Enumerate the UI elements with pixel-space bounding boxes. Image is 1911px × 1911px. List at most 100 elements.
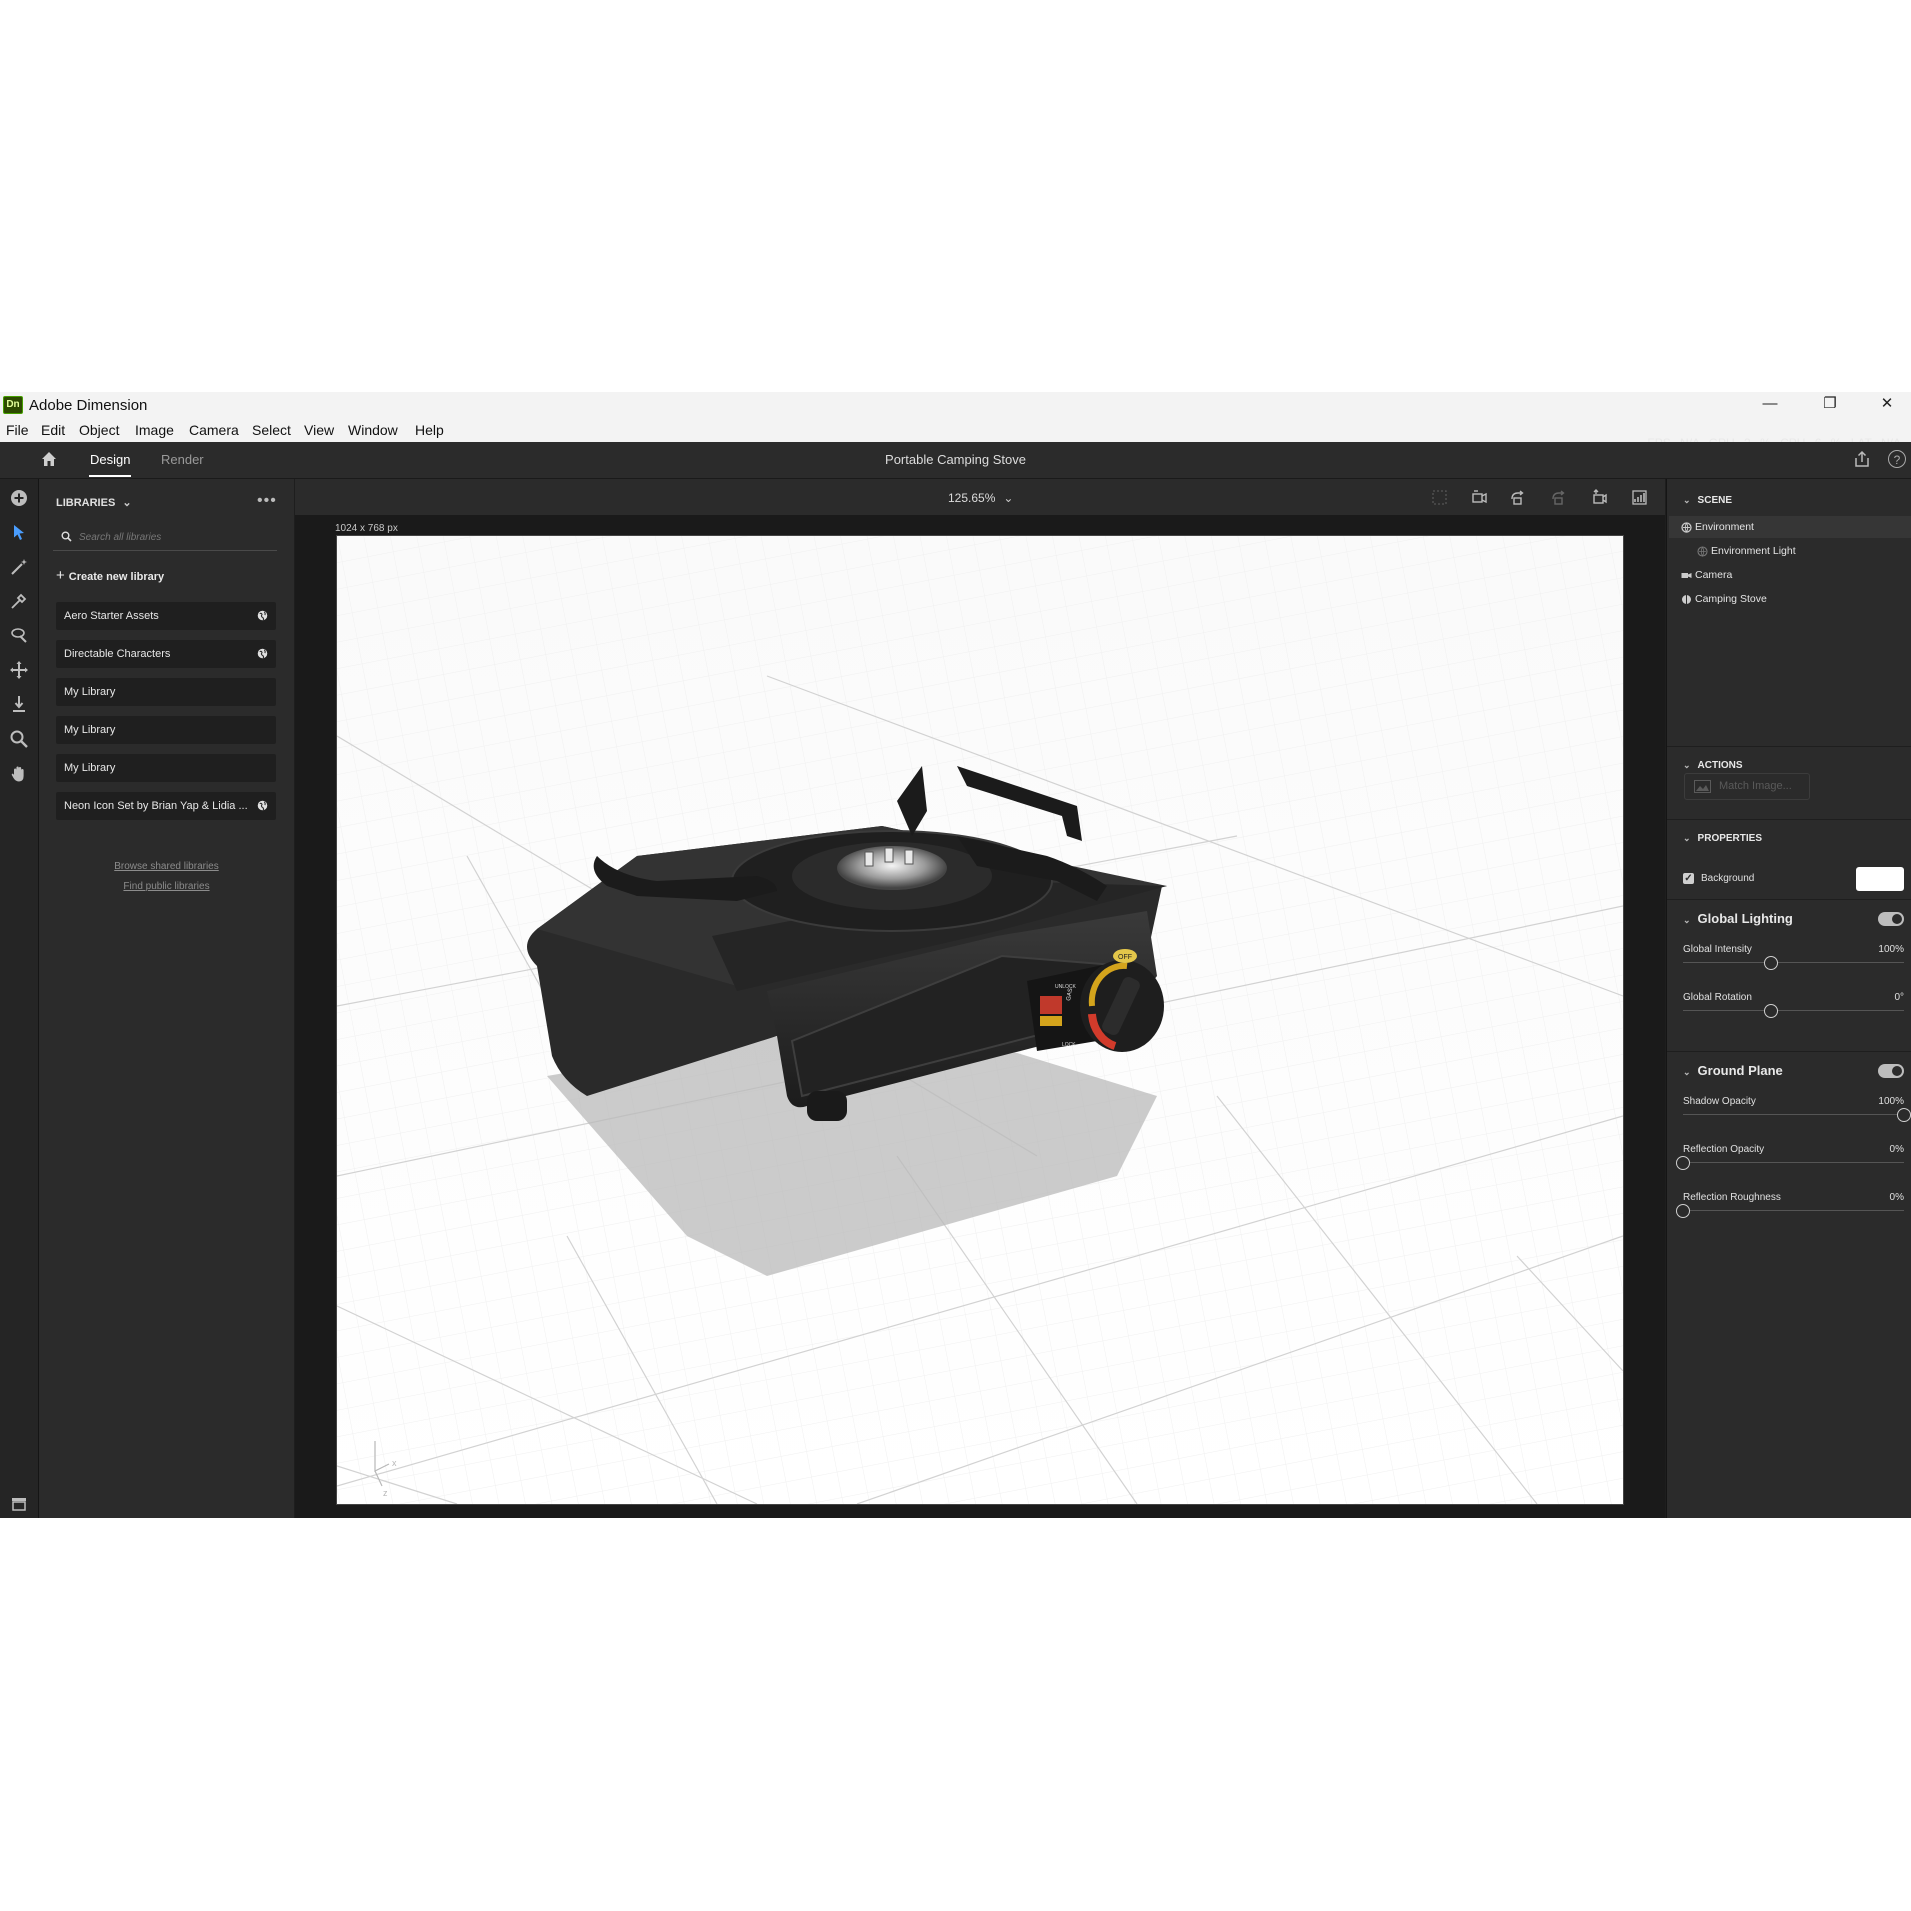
match-image-button[interactable]: Match Image... bbox=[1684, 773, 1810, 800]
menu-help[interactable]: Help bbox=[415, 422, 444, 438]
divider bbox=[1667, 746, 1911, 747]
help-icon[interactable]: ? bbox=[1888, 450, 1906, 468]
magic-wand-icon[interactable] bbox=[9, 557, 29, 577]
slider-knob[interactable] bbox=[1764, 1004, 1779, 1018]
properties-section-header[interactable]: ⌄ PROPERTIES bbox=[1683, 833, 1762, 844]
menu-bar: File Edit Object Image Camera Select Vie… bbox=[0, 416, 1911, 450]
background-checkbox[interactable]: ✓ bbox=[1683, 873, 1694, 884]
reflection-roughness-slider[interactable] bbox=[1676, 1203, 1904, 1219]
divider bbox=[1667, 899, 1911, 900]
minimize-icon[interactable]: — bbox=[1755, 394, 1785, 414]
move-tool-icon[interactable] bbox=[9, 660, 29, 680]
library-item-label: Aero Starter Assets bbox=[64, 610, 159, 622]
scene-item-environment[interactable]: Environment bbox=[1669, 516, 1911, 538]
libraries-title: LIBRARIES bbox=[56, 497, 116, 509]
panel-toggle-icon[interactable] bbox=[9, 1494, 29, 1514]
library-item-label: My Library bbox=[64, 762, 116, 774]
library-item[interactable]: Directable Characters bbox=[56, 640, 276, 668]
restore-icon[interactable]: ❐ bbox=[1815, 394, 1845, 414]
orbit-camera-icon[interactable] bbox=[1509, 489, 1526, 506]
global-intensity-label: Global Intensity bbox=[1683, 944, 1752, 955]
slider-knob[interactable] bbox=[1676, 1156, 1690, 1170]
pan-tool-icon[interactable] bbox=[9, 764, 29, 784]
select-tool-icon[interactable] bbox=[9, 522, 29, 542]
menu-window[interactable]: Window bbox=[348, 422, 398, 438]
ground-plane-header[interactable]: ⌄ Ground Plane bbox=[1683, 1063, 1783, 1078]
shadow-opacity-label: Shadow Opacity bbox=[1683, 1096, 1756, 1107]
scene-item-label: Environment bbox=[1695, 521, 1754, 533]
light-icon bbox=[1697, 546, 1708, 557]
reflection-opacity-slider[interactable] bbox=[1676, 1155, 1904, 1171]
library-item[interactable]: My Library bbox=[56, 678, 276, 706]
libraries-dropdown[interactable]: LIBRARIES ⌄ bbox=[56, 496, 132, 509]
camera-bookmark-icon[interactable] bbox=[1471, 489, 1488, 506]
chevron-down-icon: ⌄ bbox=[1683, 915, 1691, 925]
drop-to-ground-icon[interactable] bbox=[9, 694, 29, 714]
actions-section-header[interactable]: ⌄ ACTIONS bbox=[1683, 760, 1743, 771]
global-lighting-header[interactable]: ⌄ Global Lighting bbox=[1683, 911, 1793, 926]
menu-select[interactable]: Select bbox=[252, 422, 291, 438]
scene-item-camera[interactable]: Camera bbox=[1669, 564, 1911, 586]
sample-tool-icon[interactable] bbox=[9, 591, 29, 611]
3d-viewport[interactable]: OFF GAS UNLOCK LOCK x z bbox=[336, 535, 1624, 1505]
scene-item-label: Environment Light bbox=[1711, 545, 1796, 557]
slider-knob[interactable] bbox=[1897, 1108, 1911, 1122]
library-item[interactable]: Aero Starter Assets bbox=[56, 602, 276, 630]
reflection-opacity-value: 0% bbox=[1889, 1144, 1904, 1155]
add-icon[interactable] bbox=[9, 488, 29, 508]
dolly-camera-icon[interactable] bbox=[1591, 489, 1608, 506]
pan-camera-icon[interactable] bbox=[1550, 489, 1567, 506]
canvas-toolbar: 125.65% ⌄ bbox=[295, 479, 1665, 515]
globe-icon bbox=[257, 800, 268, 811]
select-by-material-icon[interactable] bbox=[9, 625, 29, 645]
frame-selection-icon[interactable] bbox=[1431, 489, 1448, 506]
menu-view[interactable]: View bbox=[304, 422, 334, 438]
menu-object[interactable]: Object bbox=[79, 422, 119, 438]
reflection-roughness-value: 0% bbox=[1889, 1192, 1904, 1203]
library-item[interactable]: Neon Icon Set by Brian Yap & Lidia ... bbox=[56, 792, 276, 820]
chevron-down-icon: ⌄ bbox=[1003, 491, 1014, 505]
scene-section-header[interactable]: ⌄ SCENE bbox=[1683, 495, 1732, 506]
match-image-label: Match Image... bbox=[1719, 780, 1792, 792]
global-intensity-value: 100% bbox=[1878, 944, 1904, 955]
chevron-down-icon: ⌄ bbox=[1683, 760, 1691, 770]
app-logo: Dn bbox=[3, 396, 23, 414]
scene-item-environment-light[interactable]: Environment Light bbox=[1669, 540, 1911, 562]
library-item[interactable]: My Library bbox=[56, 754, 276, 782]
share-icon[interactable] bbox=[1853, 450, 1871, 468]
background-color-swatch[interactable] bbox=[1856, 867, 1904, 891]
ground-plane-toggle[interactable] bbox=[1878, 1064, 1904, 1078]
global-intensity-slider[interactable] bbox=[1683, 955, 1904, 971]
chevron-down-icon: ⌄ bbox=[1683, 1067, 1691, 1077]
slider-knob[interactable] bbox=[1676, 1204, 1690, 1218]
library-item-label: My Library bbox=[64, 724, 116, 736]
menu-edit[interactable]: Edit bbox=[41, 422, 65, 438]
canvas-area: 125.65% ⌄ 1024 x 768 px OFF GAS UNLOCK L… bbox=[295, 479, 1665, 1518]
environment-icon bbox=[1681, 522, 1692, 533]
render-preview-icon[interactable] bbox=[1631, 489, 1648, 506]
zoom-tool-icon[interactable] bbox=[9, 729, 29, 749]
chevron-down-icon: ⌄ bbox=[122, 497, 132, 509]
slider-knob[interactable] bbox=[1764, 956, 1779, 970]
find-public-libraries-link[interactable]: Find public libraries bbox=[39, 881, 294, 892]
scene-title: SCENE bbox=[1697, 495, 1732, 506]
close-icon[interactable]: ✕ bbox=[1872, 394, 1902, 414]
menu-image[interactable]: Image bbox=[135, 422, 174, 438]
global-lighting-toggle[interactable] bbox=[1878, 912, 1904, 926]
global-rotation-slider[interactable] bbox=[1683, 1003, 1904, 1019]
menu-file[interactable]: File bbox=[6, 422, 29, 438]
create-new-library-button[interactable]: + Create new library bbox=[56, 567, 164, 584]
create-new-library-label: Create new library bbox=[68, 571, 165, 583]
search-input[interactable] bbox=[77, 526, 271, 548]
more-options-icon[interactable]: ••• bbox=[257, 492, 277, 510]
browse-shared-libraries-link[interactable]: Browse shared libraries bbox=[39, 861, 294, 872]
chevron-down-icon: ⌄ bbox=[1683, 833, 1691, 843]
library-item[interactable]: My Library bbox=[56, 716, 276, 744]
shadow-opacity-slider[interactable] bbox=[1683, 1107, 1911, 1123]
plus-icon: + bbox=[56, 567, 65, 584]
globe-icon bbox=[257, 648, 268, 659]
libraries-panel: LIBRARIES ⌄ ••• +Create new library Aero… bbox=[39, 479, 294, 1518]
zoom-dropdown[interactable]: 125.65% ⌄ bbox=[948, 491, 1013, 505]
menu-camera[interactable]: Camera bbox=[189, 422, 239, 438]
scene-item-camping-stove[interactable]: Camping Stove bbox=[1669, 588, 1911, 610]
